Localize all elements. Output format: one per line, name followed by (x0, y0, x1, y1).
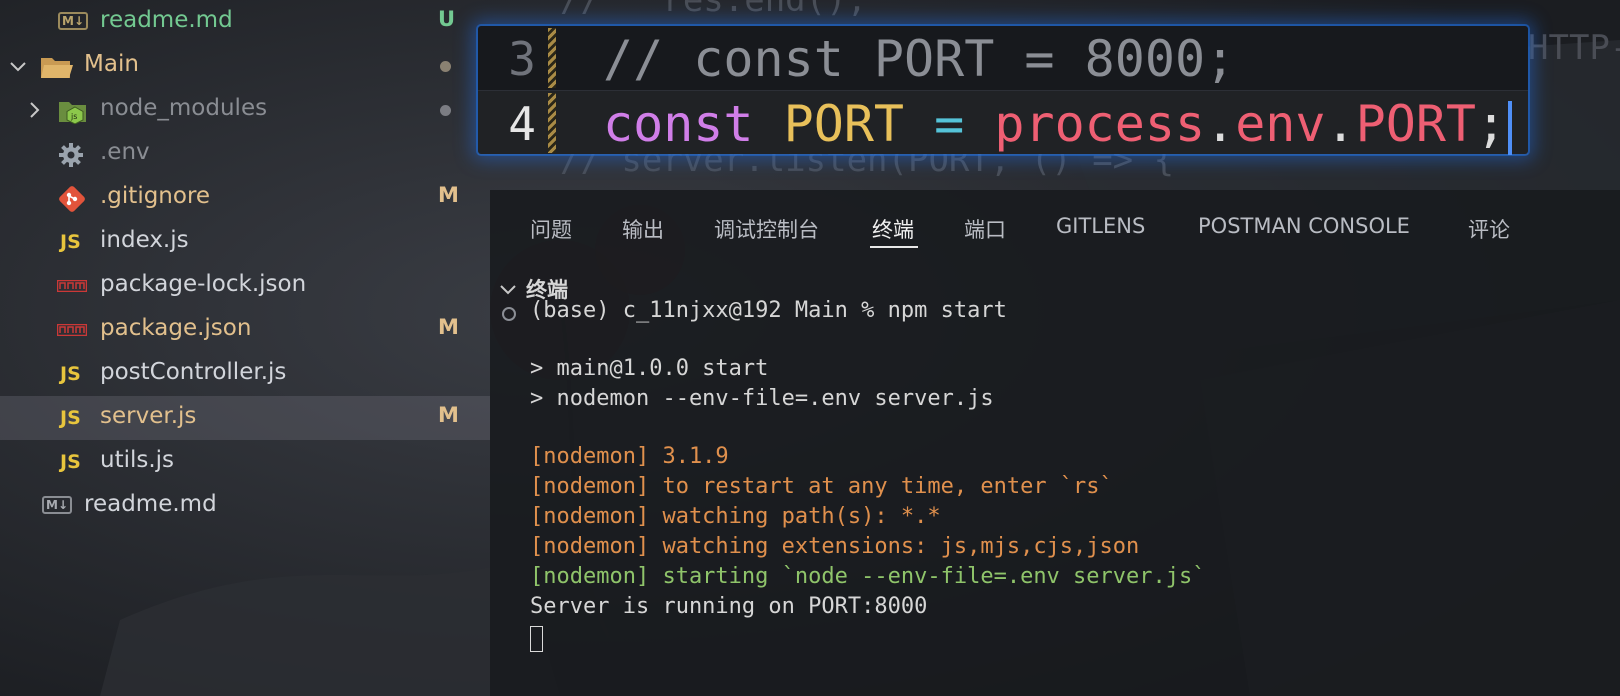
git-status-badge: M (438, 315, 459, 339)
tree-item-index-js[interactable]: JS index.js (0, 220, 490, 264)
terminal-line: [nodemon] to restart at any time, enter … (530, 474, 1113, 499)
terminal-line: > nodemon --env-file=.env server.js (530, 386, 994, 411)
terminal-output[interactable]: (base) c_11njxx@192 Main % npm start > m… (490, 298, 1620, 696)
tab-terminal[interactable]: 终端 (872, 214, 914, 244)
tree-item-label: postController.js (100, 359, 287, 385)
node-folder-icon: js (59, 102, 86, 124)
terminal-line: > main@1.0.0 start (530, 356, 769, 381)
js-icon: JS (60, 451, 81, 473)
tree-item-label: package-lock.json (100, 271, 307, 297)
tree-folder-main[interactable]: Main (0, 44, 490, 88)
tree-item-label: node_modules (100, 95, 268, 121)
tab-problems[interactable]: 问题 (530, 214, 572, 244)
js-icon: JS (60, 407, 81, 429)
markdown-icon: M↓ (42, 496, 72, 514)
js-icon: JS (60, 363, 81, 385)
terminal-line: [nodemon] watching extensions: js,mjs,cj… (530, 534, 1140, 559)
git-icon (59, 186, 85, 212)
background-code-line: // res.end(); (560, 0, 868, 20)
tree-folder-node-modules[interactable]: js node_modules (0, 88, 490, 132)
tree-item-readme-root[interactable]: M↓ readme.md (0, 484, 490, 528)
terminal-line: [nodemon] starting `node --env-file=.env… (530, 564, 1206, 589)
terminal-cursor (530, 626, 543, 652)
token-dot: . (1325, 95, 1356, 153)
tree-item-label: server.js (100, 403, 197, 429)
token-variable: PORT (783, 95, 905, 153)
editor-background-text: HTTP- (1528, 28, 1620, 68)
tree-item-label: index.js (100, 227, 189, 253)
tree-item-label: .gitignore (100, 183, 211, 209)
line-number: 4 (508, 97, 536, 151)
token-property: PORT (1355, 95, 1477, 153)
active-tab-indicator (870, 246, 918, 248)
terminal-prompt-line: (base) c_11njxx@192 Main % npm start (530, 298, 1007, 323)
tree-item-server-js[interactable]: JS server.js M (0, 396, 490, 440)
git-modified-gutter (548, 93, 556, 153)
svg-text:js: js (70, 112, 77, 121)
markdown-icon: M↓ (58, 12, 88, 30)
code-text: // const PORT = 8000; (603, 30, 1236, 88)
tree-item-readme[interactable]: M↓ readme.md U (0, 0, 490, 44)
bottom-panel: 问题 输出 调试控制台 终端 端口 GITLENS POSTMAN CONSOL… (490, 190, 1620, 696)
tab-debug-console[interactable]: 调试控制台 (714, 214, 819, 244)
token-property: env (1235, 95, 1326, 153)
folder-open-icon (41, 58, 73, 78)
panel-tab-bar: 问题 输出 调试控制台 终端 端口 GITLENS POSTMAN CONSOL… (490, 190, 1620, 250)
terminal-line: Server is running on PORT:8000 (530, 594, 928, 619)
git-status-badge: U (438, 7, 456, 31)
code-line-4[interactable]: 4 const PORT = process.env.PORT; (478, 90, 1528, 155)
terminal-line: [nodemon] watching path(s): *.* (530, 504, 941, 529)
tab-output[interactable]: 输出 (622, 214, 664, 244)
token-keyword: const (603, 95, 754, 153)
file-explorer: M↓ readme.md U Main js node_modules .env… (0, 0, 490, 696)
tree-item-label: readme.md (84, 491, 217, 517)
text-cursor (1508, 100, 1513, 155)
tab-gitlens[interactable]: GITLENS (1056, 214, 1145, 238)
ignored-dot-indicator (440, 105, 451, 116)
code-line-3[interactable]: 3 // const PORT = 8000; (478, 26, 1528, 90)
tree-item-post-controller[interactable]: JS postController.js (0, 352, 490, 396)
tab-postman-console[interactable]: POSTMAN CONSOLE (1198, 214, 1410, 238)
token-semicolon: ; (1476, 95, 1507, 153)
tree-item-label: readme.md (100, 7, 233, 33)
tree-item-utils-js[interactable]: JS utils.js (0, 440, 490, 484)
tree-item-label: .env (100, 139, 150, 165)
js-icon: JS (60, 231, 81, 253)
git-modified-gutter (548, 28, 556, 88)
npm-icon (57, 324, 87, 336)
modified-dot-indicator (440, 61, 451, 72)
git-status-badge: M (438, 183, 459, 207)
tree-item-label: package.json (100, 315, 252, 341)
npm-icon (57, 280, 87, 292)
chevron-right-icon (30, 102, 40, 118)
tab-ports[interactable]: 端口 (964, 214, 1006, 244)
tree-item-gitignore[interactable]: .gitignore M (0, 176, 490, 220)
tree-item-label: utils.js (100, 447, 175, 473)
code-text: const PORT = process.env.PORT; (603, 95, 1513, 155)
command-status-circle-icon (502, 307, 516, 321)
terminal-line: [nodemon] 3.1.9 (530, 444, 729, 469)
token-operator: = (934, 95, 965, 153)
tree-item-label: Main (84, 51, 139, 77)
chevron-down-icon (10, 62, 26, 72)
tree-item-package-json[interactable]: package.json M (0, 308, 490, 352)
line-number: 3 (508, 32, 536, 86)
gear-icon (59, 143, 83, 167)
tree-item-env[interactable]: .env (0, 132, 490, 176)
token-object: process (994, 95, 1206, 153)
token-dot: . (1205, 95, 1236, 153)
code-peek-overlay[interactable]: 3 // const PORT = 8000; 4 const PORT = p… (478, 26, 1528, 155)
git-status-badge: M (438, 403, 459, 427)
tree-item-package-lock[interactable]: package-lock.json (0, 264, 490, 308)
tab-comments[interactable]: 评论 (1468, 214, 1510, 244)
chevron-down-icon (500, 285, 516, 295)
